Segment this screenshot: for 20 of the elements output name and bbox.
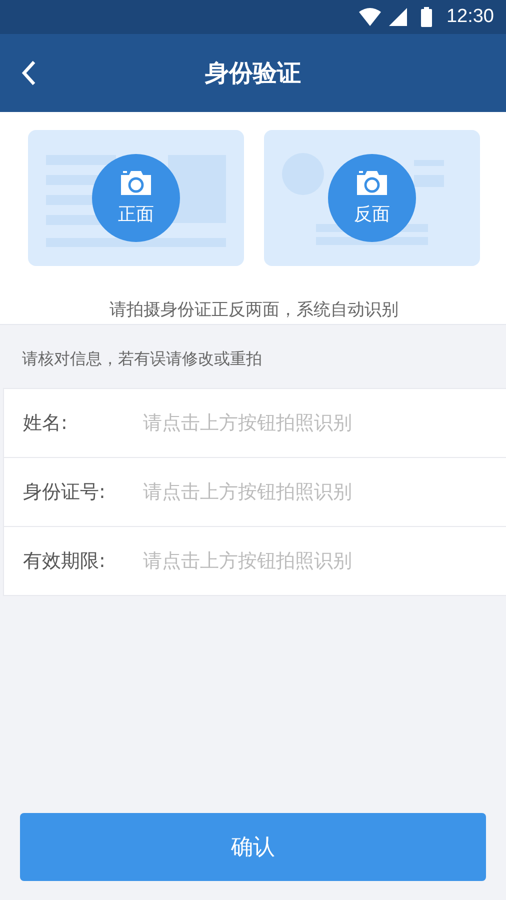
- signal-icon: [389, 8, 408, 26]
- page-title: 身份验证: [205, 58, 301, 89]
- camera-icon: [119, 170, 153, 196]
- camera-icon: [355, 170, 389, 196]
- battery-icon: [421, 7, 432, 27]
- id-card-upload[interactable]: 反面: [264, 130, 480, 266]
- wifi-icon: [359, 8, 382, 26]
- confirm-button[interactable]: 确认: [20, 813, 486, 881]
- back-icon[interactable]: [22, 60, 36, 86]
- field-label: 有效期限:: [23, 549, 106, 574]
- capture-hint: 请拍摄身份证正反两面，系统自动识别: [108, 299, 400, 321]
- field-label: 身份证号:: [23, 480, 106, 505]
- camera-button[interactable]: 反面: [328, 154, 416, 242]
- section-label: 请核对信息，若有误请修改或重拍: [21, 348, 263, 370]
- input-field[interactable]: 请点击上方按钮拍照识别: [143, 408, 506, 438]
- input-field[interactable]: 请点击上方按钮拍照识别: [143, 546, 506, 576]
- field-label: 姓名:: [23, 411, 68, 436]
- input-field[interactable]: 请点击上方按钮拍照识别: [143, 477, 506, 507]
- status-time: 12:30: [446, 6, 494, 28]
- id-card-upload[interactable]: 正面: [28, 130, 244, 266]
